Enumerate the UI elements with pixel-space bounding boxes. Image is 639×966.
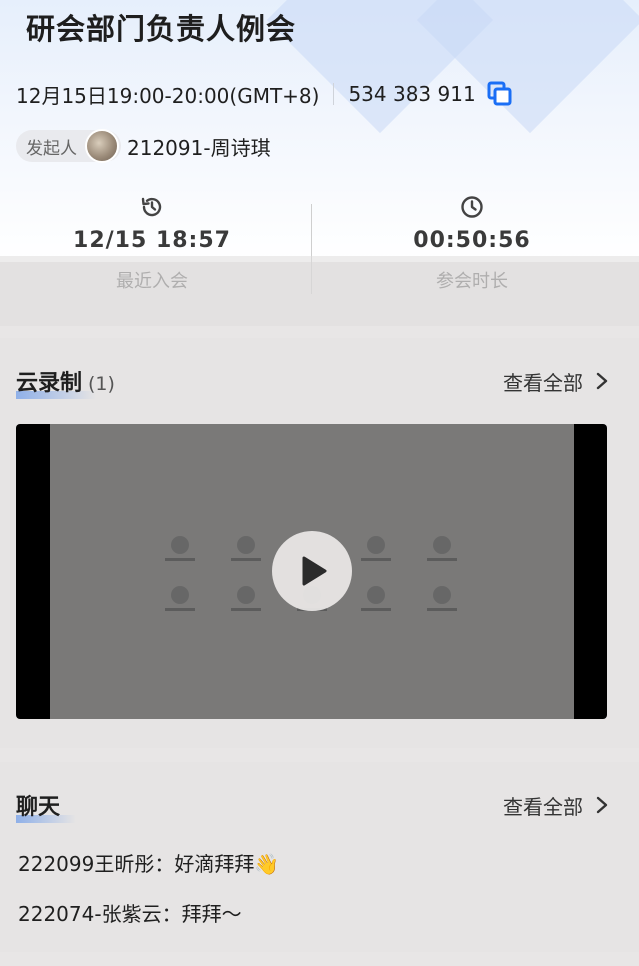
- chat-title: 聊天: [16, 795, 61, 820]
- copy-icon[interactable]: [486, 80, 514, 108]
- clock-icon: [461, 196, 483, 218]
- chat-section-header: 聊天 查看全部: [16, 788, 609, 823]
- participant-tile: [422, 536, 462, 561]
- participant-tile: [356, 586, 396, 611]
- participant-tile: [226, 586, 266, 611]
- meeting-time: 12月15日19:00-20:00(GMT+8): [16, 83, 320, 108]
- recording-title: 云录制: [16, 371, 83, 396]
- meeting-meta-row: 12月15日19:00-20:00(GMT+8) 534 383 911: [16, 78, 514, 110]
- last-join-label: 最近入会: [116, 271, 188, 292]
- chat-message: 222074-张紫云：拜拜～: [18, 902, 242, 926]
- host-name: 212091-周诗琪: [127, 135, 271, 160]
- view-all-label: 查看全部: [503, 794, 583, 819]
- chevron-right-icon: [596, 372, 608, 390]
- participant-tile: [160, 536, 200, 561]
- participant-tile: [226, 536, 266, 561]
- play-icon: [302, 556, 327, 586]
- meeting-stats: 12/15 18:57 最近入会 00:50:56 参会时长: [0, 190, 639, 310]
- recording-section-header: 云录制 (1) 查看全部: [16, 364, 609, 399]
- meta-divider: [333, 83, 335, 105]
- chat-card: 聊天 查看全部 222099王昕彤：好滴拜拜👋 222074-张紫云：拜拜～: [0, 762, 639, 952]
- cloud-recording-card: 云录制 (1) 查看全部: [0, 338, 639, 748]
- participant-tile: [356, 536, 396, 561]
- avatar[interactable]: [85, 129, 119, 163]
- header-decoration: [416, 0, 639, 134]
- recording-view-all-button[interactable]: 查看全部: [503, 367, 609, 396]
- history-icon: [141, 197, 162, 217]
- stats-divider: [311, 204, 312, 294]
- recording-video-thumbnail[interactable]: [16, 424, 607, 719]
- participant-tile: [422, 586, 462, 611]
- last-join-time: 12/15 18:57: [73, 228, 231, 253]
- host-row: 发起人 212091-周诗琪: [16, 128, 271, 164]
- chat-message: 222099王昕彤：好滴拜拜👋: [18, 852, 280, 876]
- recording-title-wrap: 云录制 (1): [16, 365, 115, 399]
- duration-value: 00:50:56: [413, 228, 531, 253]
- meeting-title: 研会部门负责人例会: [26, 12, 297, 46]
- participant-tile: [160, 586, 200, 611]
- view-all-label: 查看全部: [503, 370, 583, 395]
- chevron-right-icon: [596, 796, 608, 814]
- duration-stat: 00:50:56 参会时长: [322, 190, 622, 293]
- duration-label: 参会时长: [436, 271, 508, 292]
- last-join-stat: 12/15 18:57 最近入会: [2, 190, 302, 293]
- chat-title-wrap: 聊天: [16, 789, 76, 823]
- meeting-id: 534 383 911: [348, 82, 476, 106]
- chat-view-all-button[interactable]: 查看全部: [503, 791, 609, 820]
- play-button[interactable]: [272, 531, 352, 611]
